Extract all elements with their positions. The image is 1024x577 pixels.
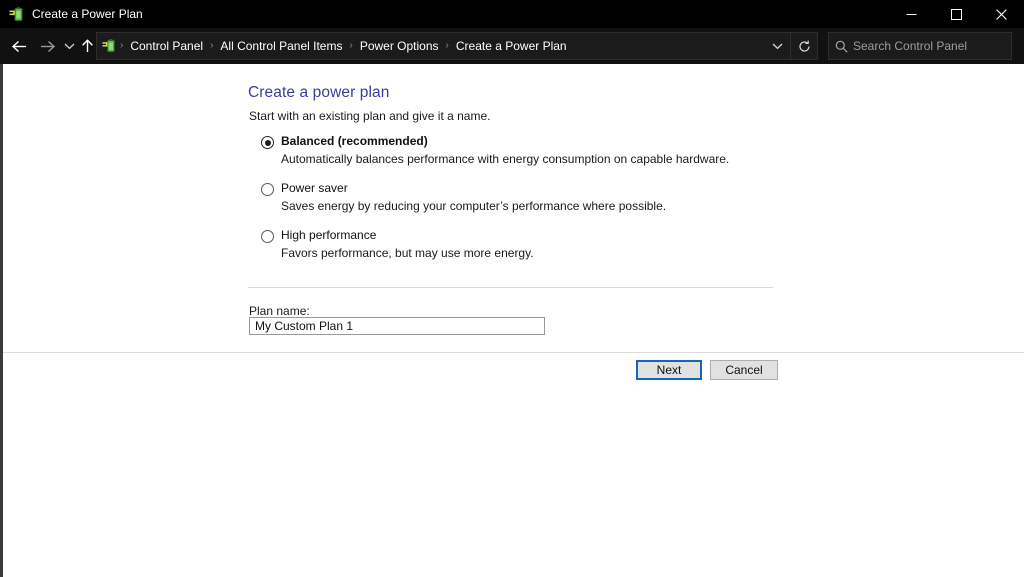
refresh-icon[interactable]: [791, 33, 817, 59]
navigation-bar: › Control Panel › All Control Panel Item…: [0, 28, 1024, 64]
radio-power-saver[interactable]: [261, 183, 274, 196]
cancel-button[interactable]: Cancel: [710, 360, 778, 380]
option-label-high-performance: High performance: [281, 228, 377, 242]
chevron-down-icon[interactable]: [764, 33, 790, 59]
close-icon[interactable]: [979, 0, 1024, 28]
address-bar[interactable]: › Control Panel › All Control Panel Item…: [96, 32, 818, 60]
next-button[interactable]: Next: [636, 360, 702, 380]
back-arrow-icon[interactable]: [6, 28, 32, 64]
title-bar: Create a Power Plan: [0, 0, 1024, 28]
plan-name-input[interactable]: [249, 317, 545, 335]
option-row[interactable]: Power saver: [261, 181, 801, 196]
address-bar-actions: [764, 33, 817, 59]
breadcrumb-item-all-control-panel-items[interactable]: All Control Panel Items: [213, 33, 349, 59]
radio-balanced[interactable]: [261, 136, 274, 149]
footer-buttons: Next Cancel: [3, 360, 1024, 390]
window-controls: [889, 0, 1024, 28]
up-arrow-icon[interactable]: [76, 28, 98, 64]
power-plan-options: Balanced (recommended) Automatically bal…: [261, 134, 801, 275]
forward-arrow-icon[interactable]: [34, 28, 60, 64]
minimize-icon[interactable]: [889, 0, 934, 28]
power-plan-icon: [9, 6, 26, 23]
search-input[interactable]: [853, 39, 1003, 53]
content-area: Create a power plan Start with an existi…: [0, 64, 1024, 577]
control-panel-window: Create a Power Plan › Control Panel › Al…: [0, 0, 1024, 577]
search-box[interactable]: [828, 32, 1012, 60]
breadcrumb-item-power-options[interactable]: Power Options: [353, 33, 446, 59]
address-power-plan-icon: [102, 38, 118, 54]
breadcrumb-item-create-a-power-plan[interactable]: Create a Power Plan: [449, 33, 574, 59]
plan-name-label: Plan name:: [249, 304, 310, 318]
option-power-saver[interactable]: Power saver Saves energy by reducing you…: [261, 181, 801, 214]
options-divider: [248, 287, 773, 288]
page-title: Create a power plan: [248, 84, 390, 101]
radio-high-performance[interactable]: [261, 230, 274, 243]
window-title: Create a Power Plan: [32, 7, 143, 21]
breadcrumb-item-control-panel[interactable]: Control Panel: [123, 33, 210, 59]
option-label-power-saver: Power saver: [281, 181, 348, 195]
maximize-icon[interactable]: [934, 0, 979, 28]
footer-divider: [3, 352, 1024, 353]
option-row[interactable]: High performance: [261, 228, 801, 243]
option-description-power-saver: Saves energy by reducing your computer’s…: [281, 199, 667, 213]
option-description-high-performance: Favors performance, but may use more ene…: [281, 246, 534, 260]
option-label-balanced: Balanced (recommended): [281, 134, 428, 148]
option-balanced[interactable]: Balanced (recommended) Automatically bal…: [261, 134, 801, 167]
search-icon: [829, 40, 853, 53]
option-description-balanced: Automatically balances performance with …: [281, 152, 730, 166]
option-row[interactable]: Balanced (recommended): [261, 134, 801, 149]
option-high-performance[interactable]: High performance Favors performance, but…: [261, 228, 801, 261]
page-subtitle: Start with an existing plan and give it …: [249, 109, 491, 123]
